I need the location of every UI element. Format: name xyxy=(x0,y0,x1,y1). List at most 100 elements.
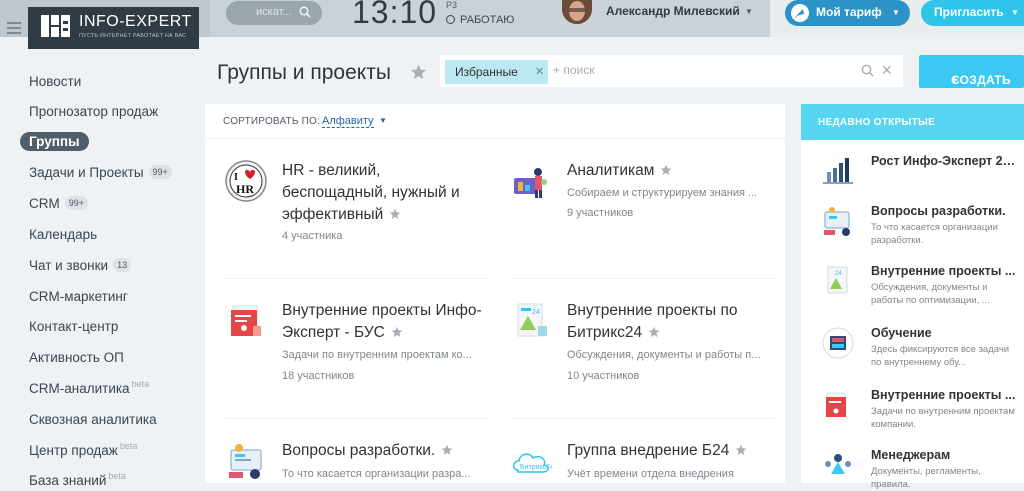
invite-button[interactable]: Пригласить ▼ xyxy=(921,0,1024,26)
star-icon[interactable] xyxy=(389,208,401,220)
sidebar-item-sales-forecast[interactable]: Прогнозатор продаж xyxy=(20,102,167,122)
sidebar-item-label: Центр продаж xyxy=(29,443,118,458)
counter-badge: 99+ xyxy=(148,165,172,179)
development-icon xyxy=(229,444,262,479)
search-icon[interactable] xyxy=(861,64,874,77)
bitrix24-document-icon: 24 xyxy=(827,266,848,294)
search-icon[interactable] xyxy=(299,6,311,18)
counter-badge: 13 xyxy=(113,258,132,272)
sidebar-item-tasks[interactable]: Задачи и Проекты 99+ xyxy=(20,163,172,183)
sort-label: СОРТИРОВАТЬ ПО: xyxy=(223,116,320,127)
group-name[interactable]: Вопросы разработки. xyxy=(282,440,487,462)
work-status-label: РАБОТАЮ xyxy=(460,14,515,26)
divider xyxy=(510,278,775,279)
filter-search-input[interactable]: + поиск xyxy=(553,63,594,77)
tariff-button[interactable]: Мой тариф ▼ xyxy=(785,0,910,26)
sidebar-item-sales-center[interactable]: Центр продаж beta xyxy=(20,441,137,461)
filter-search-box[interactable]: Избранные ✕ + поиск ✕ xyxy=(440,55,903,87)
sidebar-item-contact-center[interactable]: Контакт-центр xyxy=(20,317,127,337)
sidebar-item-activity[interactable]: Активность ОП xyxy=(20,348,133,368)
star-icon[interactable] xyxy=(441,444,453,456)
create-label: СОЗДАТЬ xyxy=(951,73,1011,87)
sidebar-item-crm-marketing[interactable]: CRM-маркетинг xyxy=(20,287,137,307)
sort-bar: СОРТИРОВАТЬ ПО: Алфавиту ▼ xyxy=(205,104,785,139)
group-name[interactable]: Группа внедрение Б24 xyxy=(567,440,772,462)
header-search[interactable]: искат... xyxy=(226,1,322,25)
group-name-text: Группа внедрение Б24 xyxy=(567,442,730,459)
sidebar-item-label: Прогнозатор продаж xyxy=(29,104,159,119)
clock-suffix: P3 xyxy=(446,0,458,10)
sidebar-item-calendar[interactable]: Календарь xyxy=(20,225,106,245)
sidebar-item-knowledge-base[interactable]: База знаний beta xyxy=(20,471,126,491)
group-description: То что касается организации разра... xyxy=(282,468,471,480)
beta-tag: beta xyxy=(131,379,150,389)
group-name[interactable]: Аналитикам xyxy=(567,160,772,182)
group-description: Собираем и структурируем знания ... xyxy=(567,187,758,199)
chevron-down-icon: ▼ xyxy=(1011,8,1019,17)
star-icon[interactable] xyxy=(410,64,427,80)
divider xyxy=(225,418,490,419)
divider xyxy=(510,418,775,419)
managers-icon xyxy=(825,454,851,474)
page-title: Группы и проекты xyxy=(217,61,391,84)
recently-opened-title: НЕДАВНО ОТКРЫТЫЕ xyxy=(818,117,936,128)
clock[interactable]: 13:10 xyxy=(352,0,437,31)
sidebar-item-label: Новости xyxy=(29,74,82,89)
sidebar-item-news[interactable]: Новости xyxy=(20,72,90,92)
chevron-down-icon[interactable]: ▼ xyxy=(379,116,387,125)
bitrix24-cloud-icon: Битрикс24 xyxy=(512,453,552,473)
group-description: Учёт времени отдела внедрения xyxy=(567,468,734,480)
group-description: Обсуждения, документы и работы п... xyxy=(567,349,761,361)
logo[interactable]: INFO-EXPERT ПУСТЬ ИНТЕРНЕТ РАБОТАЕТ НА В… xyxy=(28,7,199,49)
sidebar-item-chat[interactable]: Чат и звонки 13 xyxy=(20,256,132,276)
star-icon[interactable] xyxy=(735,444,747,456)
svg-text:24: 24 xyxy=(532,309,540,316)
recent-item-description: То что касается организации разработки. xyxy=(871,222,998,246)
group-name[interactable]: Внутренние проекты по Битрикс24 xyxy=(567,300,772,344)
development-icon xyxy=(824,207,850,236)
svg-text:HR: HR xyxy=(236,182,254,196)
sidebar-item-crm-analytics[interactable]: CRM-аналитика beta xyxy=(20,379,149,399)
create-button[interactable]: + СОЗДАТЬ xyxy=(919,55,1024,88)
groups-list: СОРТИРОВАТЬ ПО: Алфавиту ▼ I HR HR - вел… xyxy=(205,104,785,483)
star-icon[interactable] xyxy=(660,164,672,176)
work-status[interactable]: РАБОТАЮ xyxy=(446,14,514,26)
status-dot-icon xyxy=(446,15,455,24)
chevron-down-icon: ▼ xyxy=(892,8,900,17)
svg-text:24: 24 xyxy=(835,271,842,277)
star-icon[interactable] xyxy=(648,326,660,338)
sidebar-item-label: Календарь xyxy=(29,227,98,242)
sidebar-item-label: Сквозная аналитика xyxy=(29,412,157,427)
recent-item-description: Здесь фиксируются все задачи по внутренн… xyxy=(871,344,1010,368)
user-name[interactable]: Александр Милевский xyxy=(606,4,740,18)
sidebar-item-label: Группы xyxy=(20,132,89,151)
group-name-text: Внутренние проекты Инфо-Эксперт - БУС xyxy=(282,302,482,341)
star-icon[interactable] xyxy=(391,326,403,338)
document-icon xyxy=(826,392,846,417)
logo-mark-icon xyxy=(41,15,70,37)
menu-icon[interactable] xyxy=(7,22,21,37)
close-icon[interactable]: ✕ xyxy=(535,65,544,78)
sidebar-item-label: Контакт-центр xyxy=(29,319,119,334)
group-description: Задачи по внутренним проектам ко... xyxy=(282,349,472,361)
sidebar-item-crm[interactable]: CRM 99+ xyxy=(20,194,89,214)
recent-item-description: Документы, регламенты, правила. xyxy=(871,466,981,490)
chevron-down-icon[interactable]: ▼ xyxy=(745,7,753,16)
group-name-text: Вопросы разработки. xyxy=(282,442,436,459)
group-name[interactable]: Внутренние проекты Инфо-Эксперт - БУС xyxy=(282,300,487,344)
group-name[interactable]: HR - великий, беспощадный, нужный и эффе… xyxy=(282,160,487,226)
counter-badge: 99+ xyxy=(64,196,89,210)
group-members: 4 участника xyxy=(282,230,343,242)
sidebar-item-label: Активность ОП xyxy=(29,350,124,365)
rocket-icon xyxy=(791,4,809,22)
recently-opened-panel: НЕДАВНО ОТКРЫТЫЕ Рост Инфо-Эксперт 2021 … xyxy=(801,104,1024,490)
sidebar-item-label: База знаний xyxy=(29,473,107,488)
recent-item-name: Вопросы разработки. xyxy=(871,204,1006,218)
sidebar-item-label: CRM xyxy=(29,196,60,211)
sidebar-item-end-to-end-analytics[interactable]: Сквозная аналитика xyxy=(20,410,166,430)
clear-icon[interactable]: ✕ xyxy=(881,62,893,79)
sort-dropdown[interactable]: Алфавиту xyxy=(322,115,374,128)
sidebar-item-groups[interactable]: Группы xyxy=(20,132,89,152)
training-icon xyxy=(822,327,854,359)
filter-chip-favorites[interactable]: Избранные ✕ xyxy=(445,60,548,84)
